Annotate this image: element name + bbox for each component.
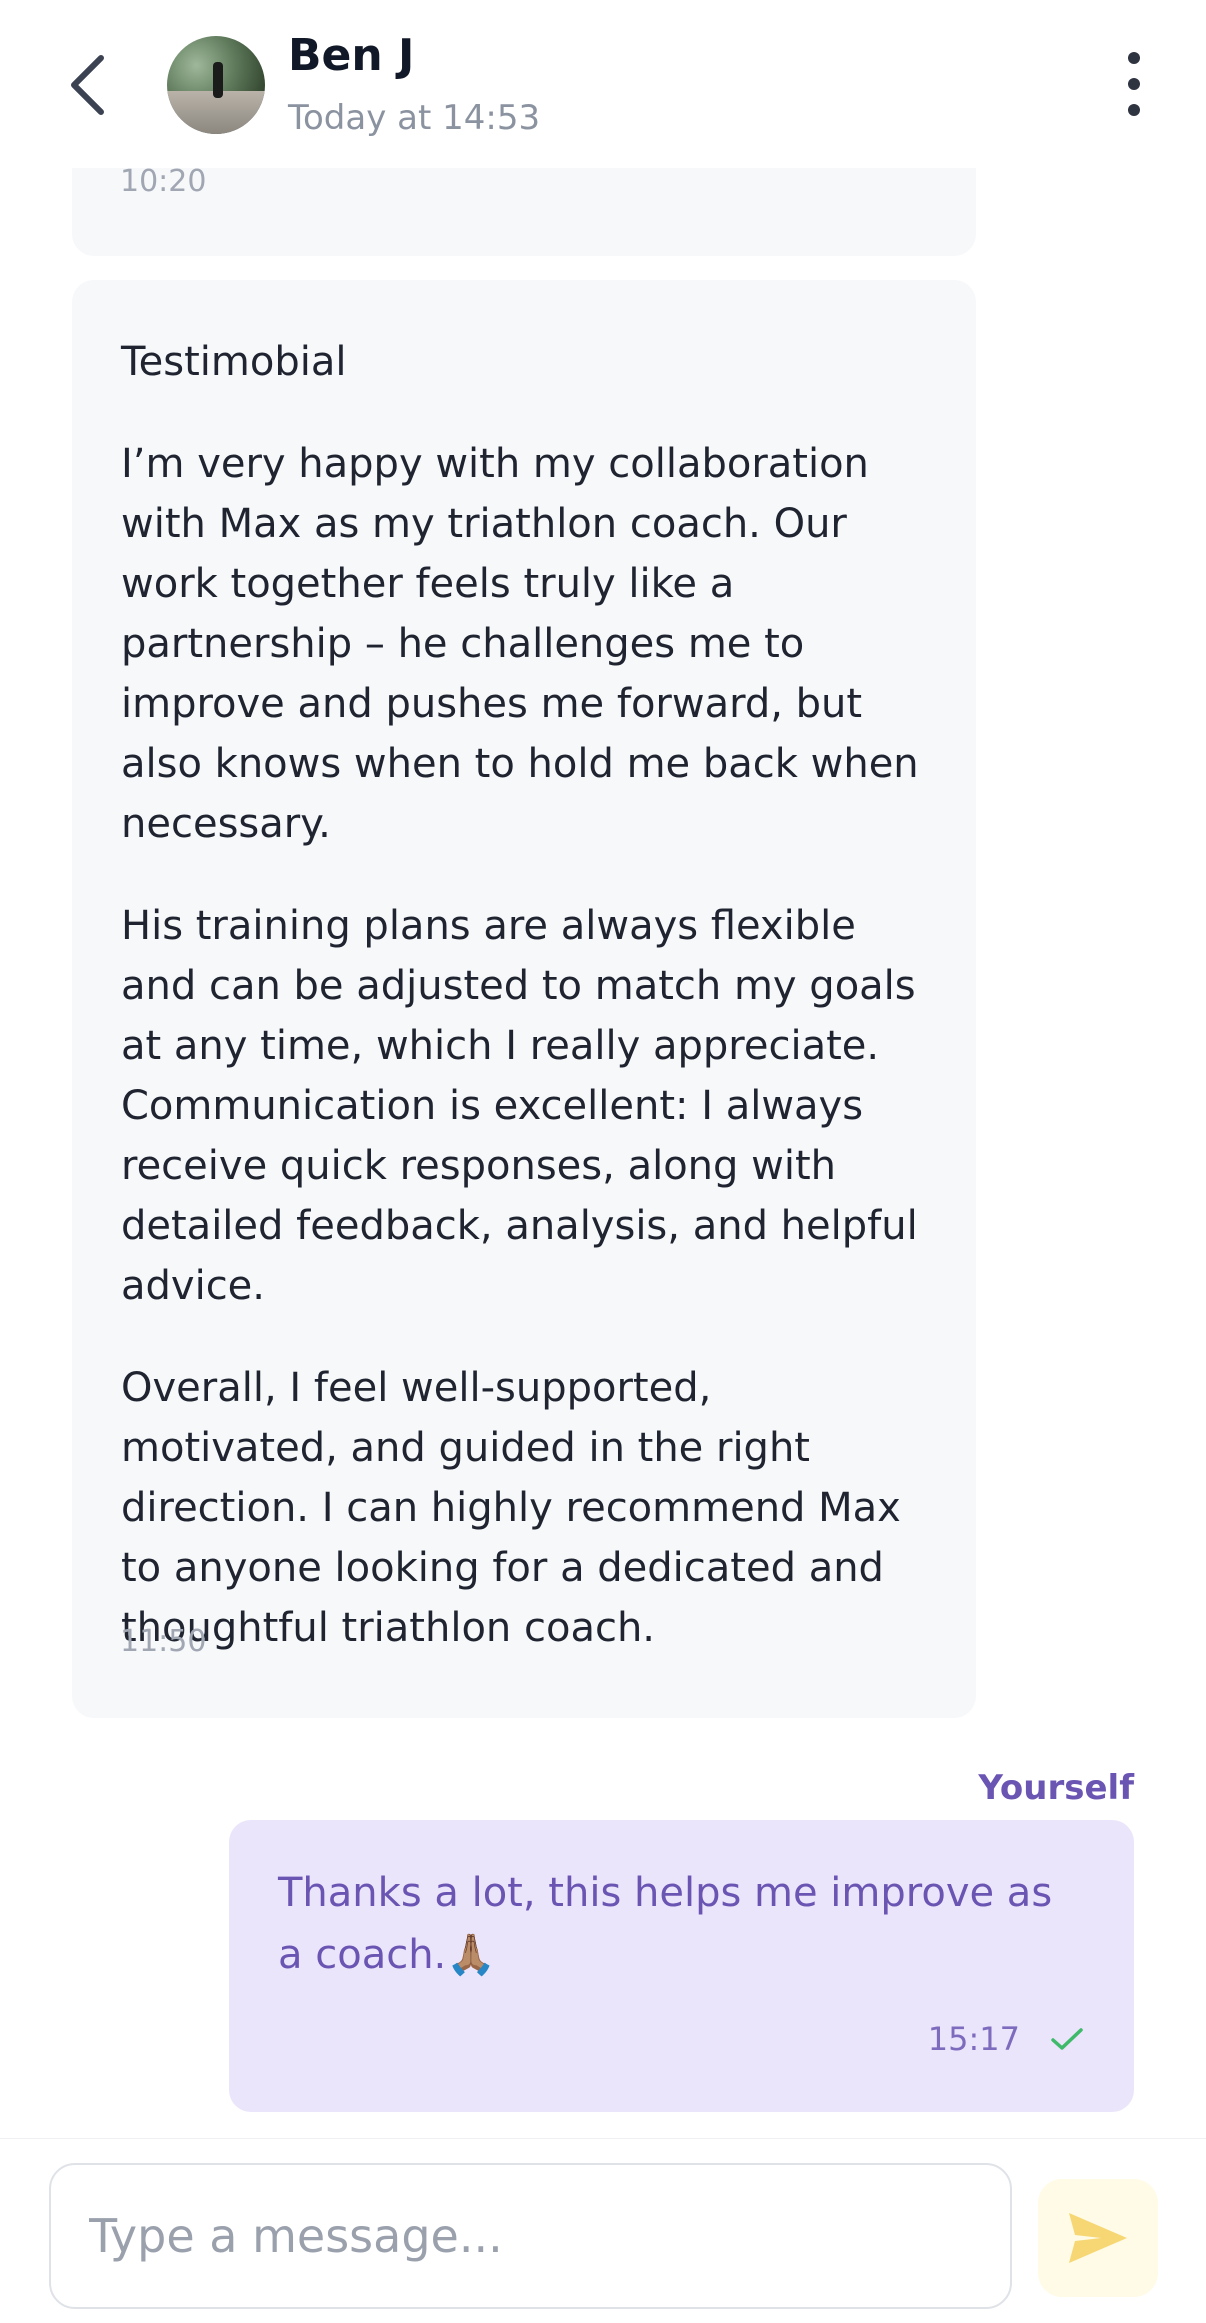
message-paragraph: I’m very happy with my collaboration wit… bbox=[121, 441, 919, 847]
more-vertical-icon bbox=[1128, 52, 1140, 64]
message-time: 15:17 bbox=[927, 2020, 1020, 2058]
message-paragraph: Overall, I feel well-supported, motivate… bbox=[121, 1365, 901, 1651]
composer-bar bbox=[0, 2138, 1206, 2323]
more-options-button[interactable] bbox=[1110, 52, 1158, 116]
sender-label: Yourself bbox=[978, 1768, 1134, 1808]
message-input[interactable] bbox=[49, 2163, 1012, 2309]
received-message-bubble[interactable]: Testimobial I’m very happy with my colla… bbox=[72, 280, 976, 1718]
read-check-icon bbox=[1051, 2028, 1083, 2050]
back-button[interactable] bbox=[52, 40, 122, 130]
message-time: 11:50 bbox=[120, 1624, 207, 1659]
message-title: Testimobial bbox=[121, 339, 347, 385]
sent-message-text: Thanks a lot, this helps me improve as a… bbox=[278, 1870, 1053, 1978]
send-icon bbox=[1069, 2213, 1127, 2263]
message-time: 10:20 bbox=[120, 164, 207, 199]
sent-message-bubble[interactable]: Thanks a lot, this helps me improve as a… bbox=[229, 1820, 1134, 2112]
contact-name[interactable]: Ben J bbox=[288, 30, 414, 81]
message-paragraph: His training plans are always flexible a… bbox=[121, 903, 918, 1309]
contact-status: Today at 14:53 bbox=[288, 98, 541, 138]
message-meta: 15:17 bbox=[928, 2020, 1084, 2058]
chat-header: Ben J Today at 14:53 bbox=[0, 0, 1206, 168]
chevron-left-icon bbox=[71, 55, 104, 115]
send-button[interactable] bbox=[1038, 2179, 1158, 2297]
avatar[interactable] bbox=[167, 36, 265, 134]
